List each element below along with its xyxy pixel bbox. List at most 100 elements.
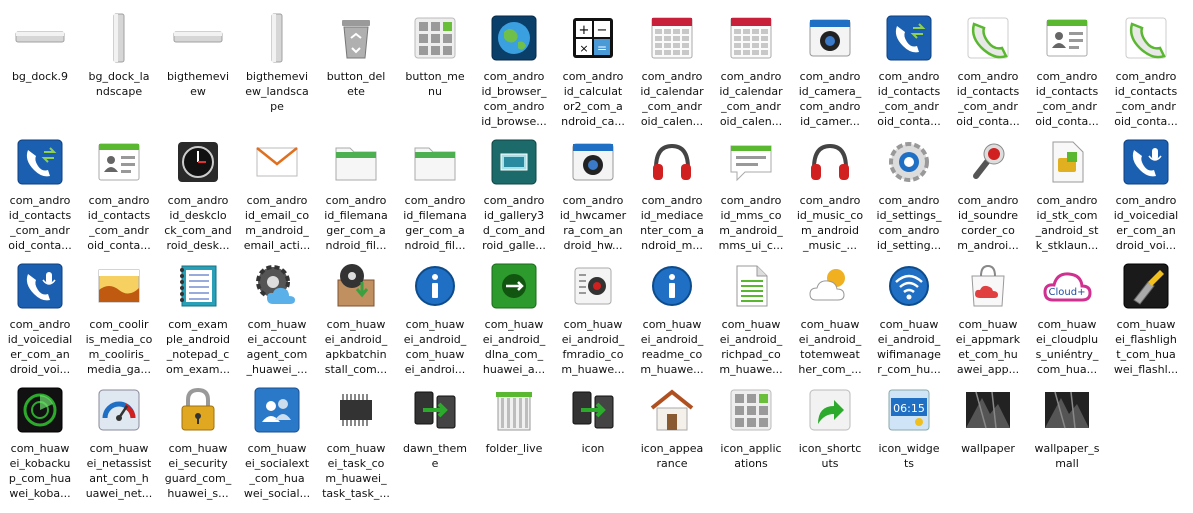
globe-browser-icon: [488, 12, 540, 64]
file-label: com_andro id_stk_com _android_st k_stkla…: [1035, 194, 1099, 252]
file-item[interactable]: com_andro id_contacts _com_andr oid_cont…: [871, 4, 947, 128]
file-item[interactable]: com_coolir is_media_co m_cooliris_ media…: [81, 252, 157, 376]
file-item[interactable]: com_huaw ei_account agent_com _huawei_..…: [239, 252, 315, 376]
social-contacts-icon: [251, 384, 303, 436]
file-item[interactable]: com_huaw ei_appmark et_com_hu awei_app..…: [950, 252, 1026, 376]
file-item[interactable]: com_andro id_gallery3 d_com_and roid_gal…: [476, 128, 552, 252]
file-item[interactable]: com_andro id_mms_co m_android_ mms_ui_c.…: [713, 128, 789, 252]
file-item[interactable]: folder_live: [476, 376, 552, 498]
file-item[interactable]: dawn_them e: [397, 376, 473, 498]
file-item[interactable]: com_andro id_browser_ com_andro id_brows…: [476, 4, 552, 128]
wallpaper-image-icon: [1041, 384, 1093, 436]
contact-card-icon: [93, 136, 145, 188]
file-item[interactable]: com_andro id_deskclo ck_com_and roid_des…: [160, 128, 236, 252]
file-item[interactable]: com_huaw ei_android_ dlna_com_ huawei_a.…: [476, 252, 552, 376]
file-label: bigthemevi ew: [166, 70, 230, 98]
voice-dialer-icon: [14, 260, 66, 312]
file-label: icon_applic ations: [720, 442, 782, 470]
file-item[interactable]: com_huaw ei_netassist ant_com_h uawei_ne…: [81, 376, 157, 500]
file-item[interactable]: com_andro id_hwcamer ra_com_an droid_hw.…: [555, 128, 631, 252]
file-item[interactable]: com_andro id_email_co m_android_ email_a…: [239, 128, 315, 252]
file-item[interactable]: com_huaw ei_android_ wifimanage r_com_hu…: [871, 252, 947, 376]
file-item[interactable]: com_andro id_contacts _com_andr oid_cont…: [1108, 4, 1184, 128]
file-item[interactable]: Cloud+ com_huaw ei_cloudplu s_uniéntry_ c…: [1029, 252, 1105, 376]
file-item[interactable]: bigthemevi ew_landsca pe: [239, 4, 315, 126]
apk-install-box-icon: [330, 260, 382, 312]
file-item[interactable]: com_huaw ei_flashligh t_com_hua wei_flas…: [1108, 252, 1184, 376]
wallpaper-image-icon: [962, 384, 1014, 436]
file-label: icon_shortc uts: [798, 442, 862, 470]
file-item[interactable]: com_huaw ei_android_ richpad_co m_huawe.…: [713, 252, 789, 376]
camera-icon: [804, 12, 856, 64]
weather-cloud-icon: [804, 260, 856, 312]
file-item[interactable]: com_exam ple_android _notepad_c om_exam.…: [160, 252, 236, 376]
file-item[interactable]: com_andro id_calendar _com_andr oid_cale…: [713, 4, 789, 128]
file-label: com_huaw ei_android_ richpad_co m_huawe.…: [719, 318, 783, 376]
flashlight-icon: [1120, 260, 1172, 312]
dock-bar-vertical-icon: [251, 12, 303, 64]
file-item[interactable]: com_andro id_filemana ger_com_a ndroid_f…: [397, 128, 473, 252]
file-label: com_huaw ei_android_ dlna_com_ huawei_a.…: [482, 318, 546, 376]
file-label: com_andro id_contacts _com_andr oid_cont…: [87, 194, 151, 252]
microphone-icon: [962, 136, 1014, 188]
file-label: com_andro id_mms_co m_android_ mms_ui_c.…: [718, 194, 784, 252]
file-item[interactable]: com_andro id_calendar _com_andr oid_cale…: [634, 4, 710, 128]
file-item[interactable]: icon: [555, 376, 631, 498]
file-label: com_huaw ei_android_ com_huaw ei_androi.…: [403, 318, 467, 376]
icon-grid: bg_dock.9 bg_dock_la ndscape bigthemevi ew…: [0, 0, 1193, 513]
svg-text:=: =: [597, 41, 607, 55]
settings-gear-icon: [883, 136, 935, 188]
file-item[interactable]: button_del ete: [318, 4, 394, 126]
file-item[interactable]: icon_applic ations: [713, 376, 789, 498]
file-item[interactable]: com_andro id_filemana ger_com_a ndroid_f…: [318, 128, 394, 252]
file-item[interactable]: com_andro id_mediace nter_com_a ndroid_m…: [634, 128, 710, 252]
message-bubble-icon: [725, 136, 777, 188]
backup-radar-icon: [14, 384, 66, 436]
file-item[interactable]: bg_dock_la ndscape: [81, 4, 157, 126]
file-item[interactable]: com_huaw ei_kobacku p_com_hua wei_koba..…: [2, 376, 78, 500]
file-item[interactable]: com_huaw ei_security guard_com_ huawei_s…: [160, 376, 236, 500]
file-item[interactable]: wallpaper: [950, 376, 1026, 498]
file-item[interactable]: button_me nu: [397, 4, 473, 126]
phone-switch-icon: [567, 384, 619, 436]
file-item[interactable]: com_huaw ei_android_ readme_co m_huawe..…: [634, 252, 710, 376]
file-item[interactable]: com_andro id_settings_ com_andro id_sett…: [871, 128, 947, 252]
file-label: com_huaw ei_cloudplu s_uniéntry_ com_hua…: [1035, 318, 1099, 376]
file-item[interactable]: icon_appea rance: [634, 376, 710, 498]
file-item[interactable]: icon_shortc uts: [792, 376, 868, 498]
file-item[interactable]: com_andro id_contacts _com_andr oid_cont…: [81, 128, 157, 252]
file-label: com_andro id_voicedial er_com_an droid_v…: [1113, 194, 1179, 252]
file-item[interactable]: com_andro id_contacts _com_andr oid_cont…: [2, 128, 78, 252]
file-item[interactable]: com_huaw ei_socialext _com_hua wei_socia…: [239, 376, 315, 500]
file-label: com_huaw ei_security guard_com_ huawei_s…: [164, 442, 232, 500]
file-item[interactable]: com_huaw ei_android_ fmradio_co m_huawe.…: [555, 252, 631, 376]
file-item[interactable]: bg_dock.9: [2, 4, 78, 126]
file-label: dawn_them e: [403, 442, 467, 470]
file-item[interactable]: com_huaw ei_task_co m_huawei_ task_task_…: [318, 376, 394, 500]
file-item[interactable]: com_andro id_music_co m_android _music_.…: [792, 128, 868, 252]
svg-text:+: +: [579, 23, 590, 38]
file-item[interactable]: com_andro id_voicedial er_com_an droid_v…: [2, 252, 78, 376]
fm-radio-icon: [567, 260, 619, 312]
file-label: com_huaw ei_account agent_com _huawei_..…: [246, 318, 308, 376]
file-item[interactable]: com_andro id_voicedial er_com_an droid_v…: [1108, 128, 1184, 252]
file-item[interactable]: com_andro id_stk_com _android_st k_stkla…: [1029, 128, 1105, 252]
file-item[interactable]: com_huaw ei_android_ apkbatchin stall_co…: [318, 252, 394, 376]
file-item[interactable]: com_andro id_soundre corder_co m_androi.…: [950, 128, 1026, 252]
file-item[interactable]: com_huaw ei_android_ totemweat her_com_.…: [792, 252, 868, 376]
file-label: com_coolir is_media_co m_cooliris_ media…: [85, 318, 153, 376]
file-item[interactable]: 06:15 icon_widge ts: [871, 376, 947, 498]
file-item[interactable]: com_huaw ei_android_ com_huaw ei_androi.…: [397, 252, 473, 376]
file-item[interactable]: wallpaper_s mall: [1029, 376, 1105, 498]
file-item[interactable]: bigthemevi ew: [160, 4, 236, 126]
file-label: com_andro id_contacts _com_andr oid_cont…: [1035, 70, 1099, 128]
file-item[interactable]: com_andro id_contacts _com_andr oid_cont…: [1029, 4, 1105, 128]
file-item[interactable]: + − × = com_andro id_calculat or2_com_a ndro…: [555, 4, 631, 128]
shortcut-arrow-icon: [804, 384, 856, 436]
file-item[interactable]: com_andro id_contacts _com_andr oid_cont…: [950, 4, 1026, 128]
file-label: com_huaw ei_kobacku p_com_hua wei_koba..…: [8, 442, 72, 500]
file-label: com_huaw ei_flashligh t_com_hua wei_flas…: [1113, 318, 1179, 376]
widget-clock-icon: 06:15: [883, 384, 935, 436]
notepad-icon: [172, 260, 224, 312]
file-item[interactable]: com_andro id_camera_ com_andro id_camer.…: [792, 4, 868, 128]
